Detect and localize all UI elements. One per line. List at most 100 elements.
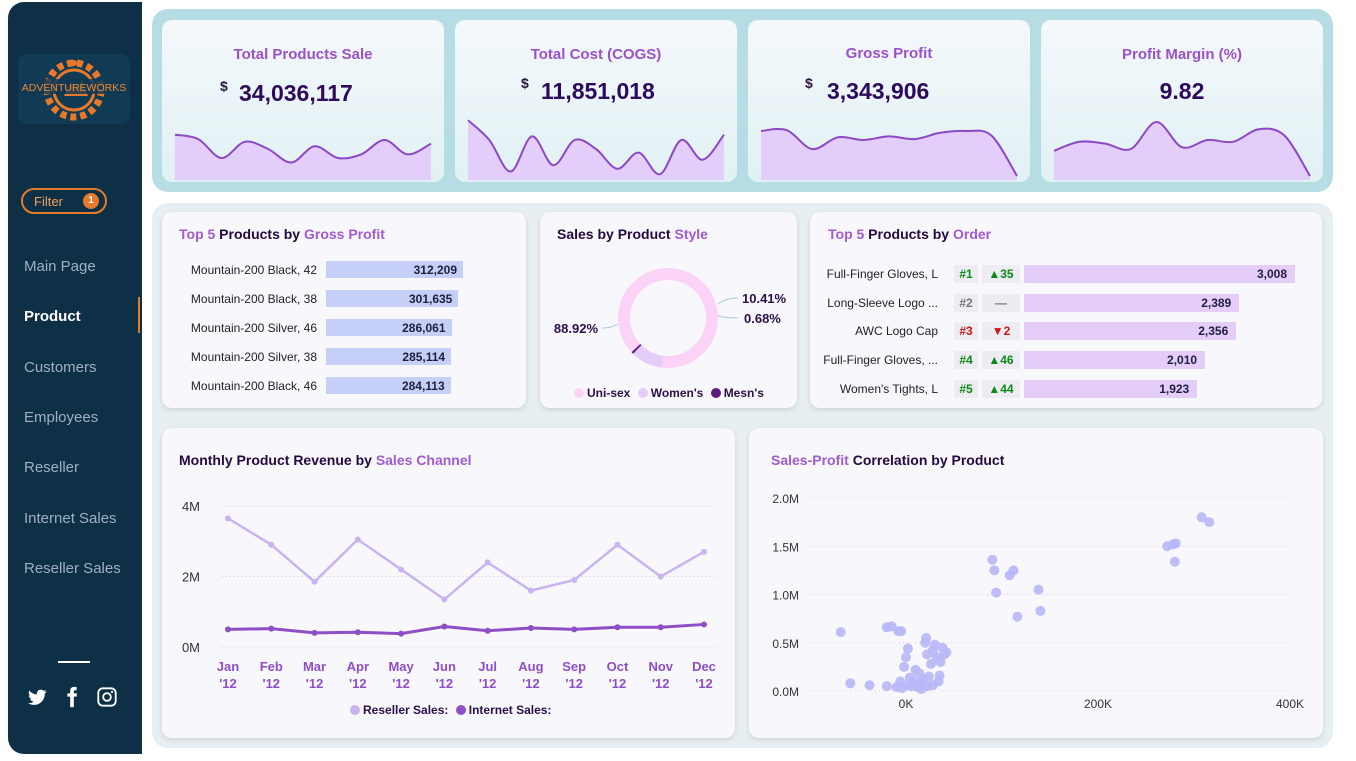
y-tick-label: 2M <box>182 570 200 585</box>
sales-profit-correlation-card[interactable]: Sales-Profit Correlation by Product 0.0M… <box>749 428 1323 738</box>
monthly-revenue-card[interactable]: Monthly Product Revenue by Sales Channel… <box>162 428 735 738</box>
nav-customers[interactable]: Customers <box>24 359 97 376</box>
line-data-point <box>657 624 664 631</box>
top5-gross-profit-row[interactable]: Mountain-200 Silver, 38 285,114 <box>162 347 526 367</box>
x-tick-label: Jul <box>478 659 497 674</box>
product-name: Full-Finger Gloves, ... <box>823 353 938 368</box>
rank-badge: #5 <box>954 379 978 398</box>
x-tick-label: May <box>388 659 414 674</box>
top5-gross-profit-row[interactable]: Mountain-200 Black, 42 312,209 <box>162 260 526 280</box>
nav-product[interactable]: Product <box>24 308 81 325</box>
kpi-sparkline <box>1053 120 1311 180</box>
top5-order-row[interactable]: Full-Finger Gloves, ... #4 ▲46 2,010 <box>810 350 1322 370</box>
adventureworks-logo[interactable]: ADVENTUREWORKS <box>18 54 130 124</box>
x-tick-label: 200K <box>1084 697 1112 711</box>
line-data-point <box>398 566 405 573</box>
legend-label: Uni-sex <box>587 386 631 400</box>
scatter-point <box>896 626 907 637</box>
donut-data-label: 88.92% <box>554 321 599 336</box>
line-data-point <box>484 559 491 566</box>
y-tick-label: 0M <box>182 640 200 655</box>
scatter-point <box>845 678 856 689</box>
kpi-gross-profit[interactable]: Gross Profit $ 3,343,906 <box>748 20 1030 182</box>
product-name: Long-Sleeve Logo ... <box>827 295 938 310</box>
product-name: Mountain-200 Silver, 46 <box>190 321 317 335</box>
line-data-point <box>311 629 318 636</box>
gross-profit-value: 312,209 <box>413 263 457 277</box>
sparkline-area <box>175 134 431 180</box>
nav-main-page[interactable]: Main Page <box>24 258 96 275</box>
sales-by-style-card[interactable]: Sales by Product Style 88.92% 10.41% 0.68%… <box>540 212 797 408</box>
scatter-point <box>902 680 913 691</box>
order-value: 2,389 <box>1201 295 1232 310</box>
kpi-profit-margin[interactable]: Profit Margin (%) 9.82 <box>1041 20 1323 182</box>
top5-order-row[interactable]: Women's Tights, L #5 ▲44 1,923 <box>810 379 1322 399</box>
reseller-sales-line <box>227 517 705 601</box>
legend-dot <box>637 388 648 398</box>
top5-gross-profit-row[interactable]: Mountain-200 Black, 38 301,635 <box>162 289 526 309</box>
y-tick-label: 4M <box>182 499 200 514</box>
rank-change-indicator: ▲35 <box>982 265 1020 283</box>
top5-order-card[interactable]: Top 5 Products by Order Full-Finger Glov… <box>810 212 1322 408</box>
y-tick-label: 1.5M <box>772 540 799 554</box>
line-data-point <box>527 587 534 594</box>
nav-reseller[interactable]: Reseller <box>24 459 79 476</box>
donut-data-label: 10.41% <box>742 291 787 306</box>
nav-reseller-sales[interactable]: Reseller Sales <box>24 560 121 577</box>
nav-employees[interactable]: Employees <box>24 409 98 426</box>
x-tick-label: Oct <box>607 659 629 674</box>
scatter-point <box>835 627 846 638</box>
scatter-point <box>1012 611 1023 622</box>
rank-badge: #3 <box>954 322 978 341</box>
x-tick-label: '12 <box>219 676 237 691</box>
scatter-point <box>989 565 1000 576</box>
kpi-title: Profit Margin (%) <box>1122 46 1242 63</box>
instagram-icon[interactable] <box>96 686 118 708</box>
order-value: 3,008 <box>1256 267 1287 281</box>
facebook-icon[interactable] <box>61 686 83 708</box>
scatter-point <box>1033 584 1044 595</box>
x-tick-label: 0K <box>899 697 914 711</box>
style-legend: Uni-sex Women's Mesn's <box>574 386 764 400</box>
line-data-point <box>657 573 664 580</box>
nav-internet-sales[interactable]: Internet Sales <box>24 510 117 527</box>
scatter-point <box>987 554 998 565</box>
top5-gross-profit-card[interactable]: Top 5 Products by Gross Profit Mountain-… <box>162 212 526 408</box>
kpi-value: 3,343,906 <box>827 78 930 104</box>
filter-button[interactable]: Filter 1 <box>21 188 107 214</box>
legend-dot <box>350 705 360 715</box>
twitter-icon[interactable] <box>26 686 48 708</box>
order-bar: 3,008 <box>1024 265 1295 283</box>
kpi-section: Total Products Sale $ 34,036,117 Total C… <box>152 9 1333 192</box>
scatter-point <box>899 661 910 672</box>
kpi-value: 9.82 <box>1159 78 1205 104</box>
line-data-point <box>268 625 275 632</box>
label-leader-line <box>717 297 739 305</box>
kpi-currency: $ <box>805 75 813 91</box>
line-data-point <box>398 630 405 637</box>
y-tick-label: 1.0M <box>772 589 799 603</box>
top5-order-row[interactable]: Full-Finger Gloves, L #1 ▲35 3,008 <box>810 264 1322 284</box>
order-bar: 2,389 <box>1024 293 1240 312</box>
title-part: Order <box>952 226 992 242</box>
sidebar: ADVENTUREWORKS Filter 1 Main Page Produc… <box>8 2 142 754</box>
kpi-sparkline <box>174 133 432 180</box>
product-name: AWC Logo Cap <box>855 324 938 339</box>
legend-dot <box>455 705 466 715</box>
scatter-point <box>1169 556 1180 567</box>
top5-gross-profit-row[interactable]: Mountain-200 Silver, 46 286,061 <box>162 318 526 338</box>
x-tick-label: '12 <box>392 676 410 691</box>
gross-profit-bar: 285,114 <box>326 348 452 365</box>
label-leader-line <box>717 315 739 319</box>
legend-dot <box>574 388 584 398</box>
top5-order-row[interactable]: Long-Sleeve Logo ... #2— 2,389 <box>810 293 1322 313</box>
top5-gross-profit-row[interactable]: Mountain-200 Black, 46 284,113 <box>162 376 526 396</box>
scatter-point <box>864 680 875 691</box>
kpi-total-cost[interactable]: Total Cost (COGS) $ 11,851,018 <box>455 20 737 182</box>
scatter-point <box>1008 565 1019 576</box>
order-value: 1,923 <box>1159 381 1190 396</box>
kpi-total-products-sale[interactable]: Total Products Sale $ 34,036,117 <box>162 20 444 182</box>
x-tick-label: '12 <box>609 676 627 691</box>
top5-order-row[interactable]: AWC Logo Cap #3 ▼2 2,356 <box>810 321 1322 341</box>
label-leader-line <box>601 323 619 329</box>
